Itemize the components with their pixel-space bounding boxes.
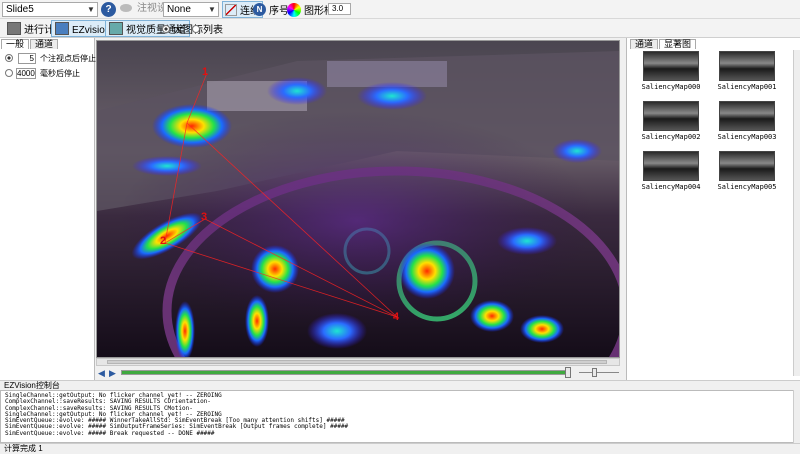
thumbnail-caption: SaliencyMap000 <box>641 83 701 91</box>
slide-select[interactable]: Slide5 ▼ <box>2 2 98 17</box>
right-thumbnail-panel: 通道 显著图 SaliencyMap000 SaliencyMap001 Sal… <box>626 38 800 380</box>
radio-on-icon <box>162 24 170 33</box>
thumbnail-image <box>643 51 699 81</box>
fixation-marker: 1 <box>202 66 209 78</box>
ms-label: 毫秒后停止 <box>40 69 80 78</box>
fixation-marker: 4 <box>393 311 400 323</box>
thumbnail-item[interactable]: SaliencyMap004 <box>641 151 701 191</box>
progress-track <box>121 370 569 375</box>
thumbnail-item[interactable]: SaliencyMap000 <box>641 51 701 91</box>
sequence-label: 序号 <box>269 6 289 17</box>
view-list-radio[interactable]: 列表 <box>189 20 226 37</box>
help-icon: ? <box>101 2 116 17</box>
thumbnail-item[interactable]: SaliencyMap005 <box>717 151 777 191</box>
help-button[interactable]: ? <box>101 1 116 18</box>
chevron-down-icon: ▼ <box>208 5 216 14</box>
chevron-down-icon: ▼ <box>87 5 95 14</box>
tab-channels[interactable]: 通道 <box>630 39 659 49</box>
thumbnail-item[interactable]: SaliencyMap002 <box>641 101 701 141</box>
console-line: SimEventQueue::evolve: ##### Break reque… <box>5 429 215 437</box>
player-controls: ◀ ▶ <box>96 366 626 380</box>
thumbnail-item[interactable]: SaliencyMap003 <box>717 101 777 141</box>
scrollbar-thumb[interactable] <box>107 360 607 364</box>
thumbnail-caption: SaliencyMap004 <box>641 183 701 191</box>
progress-thumb[interactable] <box>565 367 571 378</box>
main-toolbar: Slide5 ▼ ? 注视设置 None ▼ 连线 N 序号 图形样式 3.0 <box>0 0 800 19</box>
thumbnail-image <box>643 151 699 181</box>
secondary-toolbar: 进行计算 EZvision面板 视觉质量通道 大图标 列表 <box>0 19 800 38</box>
right-tabs: 通道 显著图 <box>630 39 697 49</box>
fixation-marker: 2 <box>160 235 167 247</box>
thumbnail-image <box>719 151 775 181</box>
fixation-count-input[interactable]: 5 <box>18 53 36 64</box>
left-settings-panel: 一般 通道 5 个注视点后停止 4000 毫秒后停止 <box>0 38 96 380</box>
annotation-select[interactable]: None ▼ <box>163 2 219 17</box>
thumbnail-scrollbar[interactable] <box>793 50 800 376</box>
fixation-count-label: 个注视点后停止 <box>40 54 96 63</box>
thumbnail-caption: SaliencyMap001 <box>717 83 777 91</box>
status-bar: 计算完成 1 <box>0 443 800 454</box>
graph-style-value-input[interactable]: 3.0 <box>328 3 351 15</box>
tab-general[interactable]: 一般 <box>1 39 30 49</box>
stop-after-ms-radio[interactable] <box>5 69 13 77</box>
main-view-scrollbar[interactable] <box>96 358 620 366</box>
saliency-view[interactable]: 1 2 3 4 <box>96 40 620 358</box>
line-icon <box>225 3 237 16</box>
console-title: EZVision控制台 <box>0 380 800 390</box>
color-wheel-icon <box>287 2 301 17</box>
zoom-slider[interactable] <box>592 368 597 377</box>
thumbnail-image <box>643 101 699 131</box>
compute-icon <box>7 22 21 35</box>
zoom-track <box>579 372 619 373</box>
thumbnail-image <box>719 51 775 81</box>
thumbnail-caption: SaliencyMap005 <box>717 183 777 191</box>
saliency-heatmap <box>97 41 619 357</box>
thumbnail-caption: SaliencyMap003 <box>717 133 777 141</box>
thumbnail-image <box>719 101 775 131</box>
sequence-toggle[interactable]: N 序号 <box>253 1 289 18</box>
radio-off-icon <box>192 24 200 33</box>
thumbnail-caption: SaliencyMap002 <box>641 133 701 141</box>
step-forward-icon[interactable]: ▶ <box>109 368 116 379</box>
view-list-label: 列表 <box>203 25 223 36</box>
fixation-marker: 3 <box>201 211 208 223</box>
thumbnail-item[interactable]: SaliencyMap001 <box>717 51 777 91</box>
step-back-icon[interactable]: ◀ <box>98 368 105 379</box>
tab-channels[interactable]: 通道 <box>30 39 59 49</box>
panel-icon <box>55 22 69 35</box>
console-scrollbar[interactable] <box>793 390 800 443</box>
progress-fill <box>122 371 568 374</box>
number-icon: N <box>253 3 266 16</box>
eye-icon <box>120 4 132 12</box>
tab-saliency-map[interactable]: 显著图 <box>659 39 697 49</box>
stop-after-fixations-radio[interactable] <box>5 54 13 62</box>
status-text: 计算完成 1 <box>4 444 43 453</box>
left-tabs: 一般 通道 <box>1 39 59 49</box>
channel-icon <box>109 22 123 35</box>
console-output[interactable]: SingleChannel::getOutput: No flicker cha… <box>0 390 800 443</box>
ms-input[interactable]: 4000 <box>16 68 36 79</box>
